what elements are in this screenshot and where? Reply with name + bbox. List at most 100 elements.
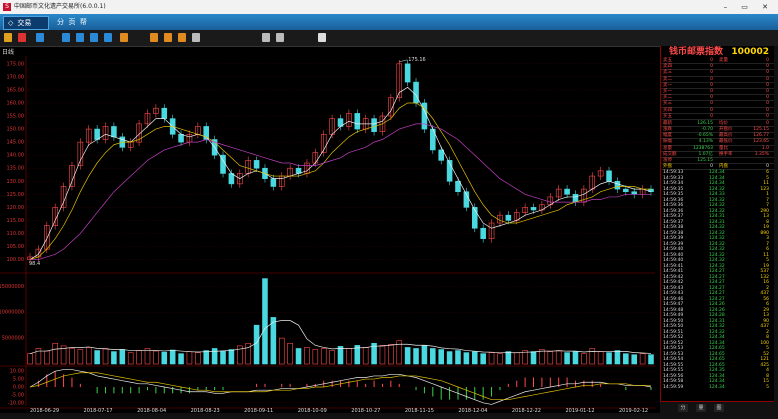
volume-bar — [111, 351, 117, 365]
volume-bar — [572, 351, 579, 365]
min-price-label: 98.4 — [29, 261, 40, 267]
quote-icon[interactable] — [104, 33, 112, 42]
quote-cell: 0 — [766, 88, 769, 94]
f10-icon[interactable] — [76, 33, 84, 42]
price-tick-label: 160.00 — [7, 100, 25, 106]
quote-cell: 0 — [710, 76, 713, 82]
volume-tick-label: 15000000 — [0, 284, 24, 290]
quote-cell: 买一 — [663, 88, 672, 94]
volume-bar — [589, 348, 596, 365]
quote-cell: 换手率 — [719, 151, 733, 157]
tick-row: 14:59:59 124.34 5 — [661, 385, 775, 391]
candle-body — [270, 178, 277, 187]
quote-cell: 总量 — [663, 145, 672, 151]
quote-cell: 123.65 — [753, 139, 769, 145]
volume-bar — [471, 351, 478, 365]
candle-body — [111, 126, 117, 138]
quote-cell: 0 — [766, 107, 769, 113]
max-pointer — [399, 59, 408, 63]
candle-body — [203, 126, 210, 140]
quote-cell: 0 — [710, 58, 713, 63]
volume-bar — [388, 344, 394, 365]
price-tick-label: 155.00 — [7, 114, 25, 120]
quote-cell: 0 — [710, 70, 713, 76]
macd-tick-label: 5.00 — [13, 377, 24, 383]
candle-body — [253, 160, 260, 169]
quote-cell: 0 — [710, 164, 713, 170]
volume-bar — [564, 352, 570, 365]
candle-body — [455, 180, 461, 193]
kline-icon[interactable] — [18, 33, 26, 42]
volume-bar — [379, 345, 386, 365]
zoom-in-icon[interactable] — [262, 33, 270, 42]
quote-cell: 0 — [766, 76, 769, 82]
menu-item[interactable]: 分 — [57, 18, 64, 26]
ma5-line — [29, 86, 652, 260]
candle-body — [606, 170, 612, 182]
quote-cell: 卖五 — [663, 58, 672, 63]
candle-body — [564, 188, 570, 195]
volume-bar — [211, 348, 218, 365]
price-tick-label: 175.00 — [7, 61, 25, 67]
volume-bar — [262, 278, 268, 365]
volume-tick-label: 5000000 — [2, 336, 24, 342]
f1-icon[interactable] — [90, 33, 98, 42]
quote-cell: -0.65% — [697, 133, 713, 139]
ranking-icon[interactable] — [120, 33, 128, 42]
quote-cell: 涨跌 — [663, 127, 672, 133]
quote-cell: 126.15 — [697, 120, 713, 126]
quote-cell: 卖四 — [663, 64, 672, 70]
quote-cell: 0 — [710, 101, 713, 107]
quote-cell: 卖三 — [663, 70, 672, 76]
quote-cell: 1.0 — [761, 145, 769, 151]
quote-cell: 126.77 — [753, 133, 769, 139]
volume-bar — [77, 349, 84, 365]
bottom-tab-minute[interactable]: 分 — [678, 404, 688, 412]
candle-body — [371, 118, 377, 132]
menu-item[interactable]: 页 — [68, 18, 75, 26]
volume-bar — [304, 347, 310, 365]
title-bar: S 中国邮币文化遗产交易所(6.0.0.1) – ▭ ✕ — [0, 0, 778, 14]
quote-cell: 卖一 — [663, 82, 672, 88]
zoom-out-icon[interactable] — [276, 33, 284, 42]
volume-bar — [136, 350, 142, 365]
candle-body — [178, 133, 184, 143]
volume-bar — [27, 353, 33, 365]
price-tick-label: 105.00 — [7, 244, 25, 250]
settings-icon[interactable] — [318, 33, 326, 42]
volume-bar — [195, 352, 201, 365]
trade-tab[interactable]: ◇ 交易 — [3, 16, 49, 30]
price-tick-label: 165.00 — [7, 87, 25, 93]
bottom-tab-volume[interactable]: 量 — [696, 404, 706, 412]
volume-bar — [455, 350, 461, 365]
draw-icon[interactable] — [192, 33, 200, 42]
f6-icon[interactable] — [150, 33, 158, 42]
bar-chart-icon[interactable] — [4, 33, 12, 42]
window-controls[interactable]: – ▭ ✕ — [724, 0, 774, 14]
trade-tab-label: 交易 — [17, 19, 32, 27]
quote-cell: 卖量 — [719, 58, 728, 63]
volume-bar — [85, 347, 92, 365]
volume-bar — [530, 351, 537, 365]
bottom-tab-chart[interactable]: 图 — [714, 404, 724, 412]
candle-body — [480, 227, 486, 239]
volume-bar — [312, 349, 319, 365]
price-tick-label: 130.00 — [7, 179, 25, 185]
scrollbar[interactable] — [774, 46, 778, 413]
candle-body — [413, 81, 419, 104]
kline-chart-area[interactable]: 日线 175.00 170.00 165.00 160.00 155.00 150.00 1… — [0, 46, 660, 414]
layout-icon[interactable] — [178, 33, 186, 42]
fund-icon[interactable] — [62, 33, 70, 42]
volume-ma5-line — [29, 320, 652, 354]
price-tick-label: 135.00 — [7, 166, 25, 172]
tick-list[interactable]: 14:59:33 124.34 6 14:59:33 124.34 5 14:59:34 12… — [661, 170, 775, 390]
volume-bar — [102, 348, 109, 365]
indicator-icon[interactable] — [164, 33, 172, 42]
menu-items[interactable]: 分 页 帮 — [57, 17, 87, 27]
menu-item[interactable]: 帮 — [80, 18, 87, 26]
volume-bar — [497, 353, 503, 365]
quote-cell: 均价 — [719, 120, 728, 126]
chart-svg[interactable]: 日线 175.00 170.00 165.00 160.00 155.00 150.00 1… — [0, 46, 660, 414]
volume-tick-label: 10000000 — [0, 310, 24, 316]
minute-chart-icon[interactable] — [36, 33, 44, 42]
